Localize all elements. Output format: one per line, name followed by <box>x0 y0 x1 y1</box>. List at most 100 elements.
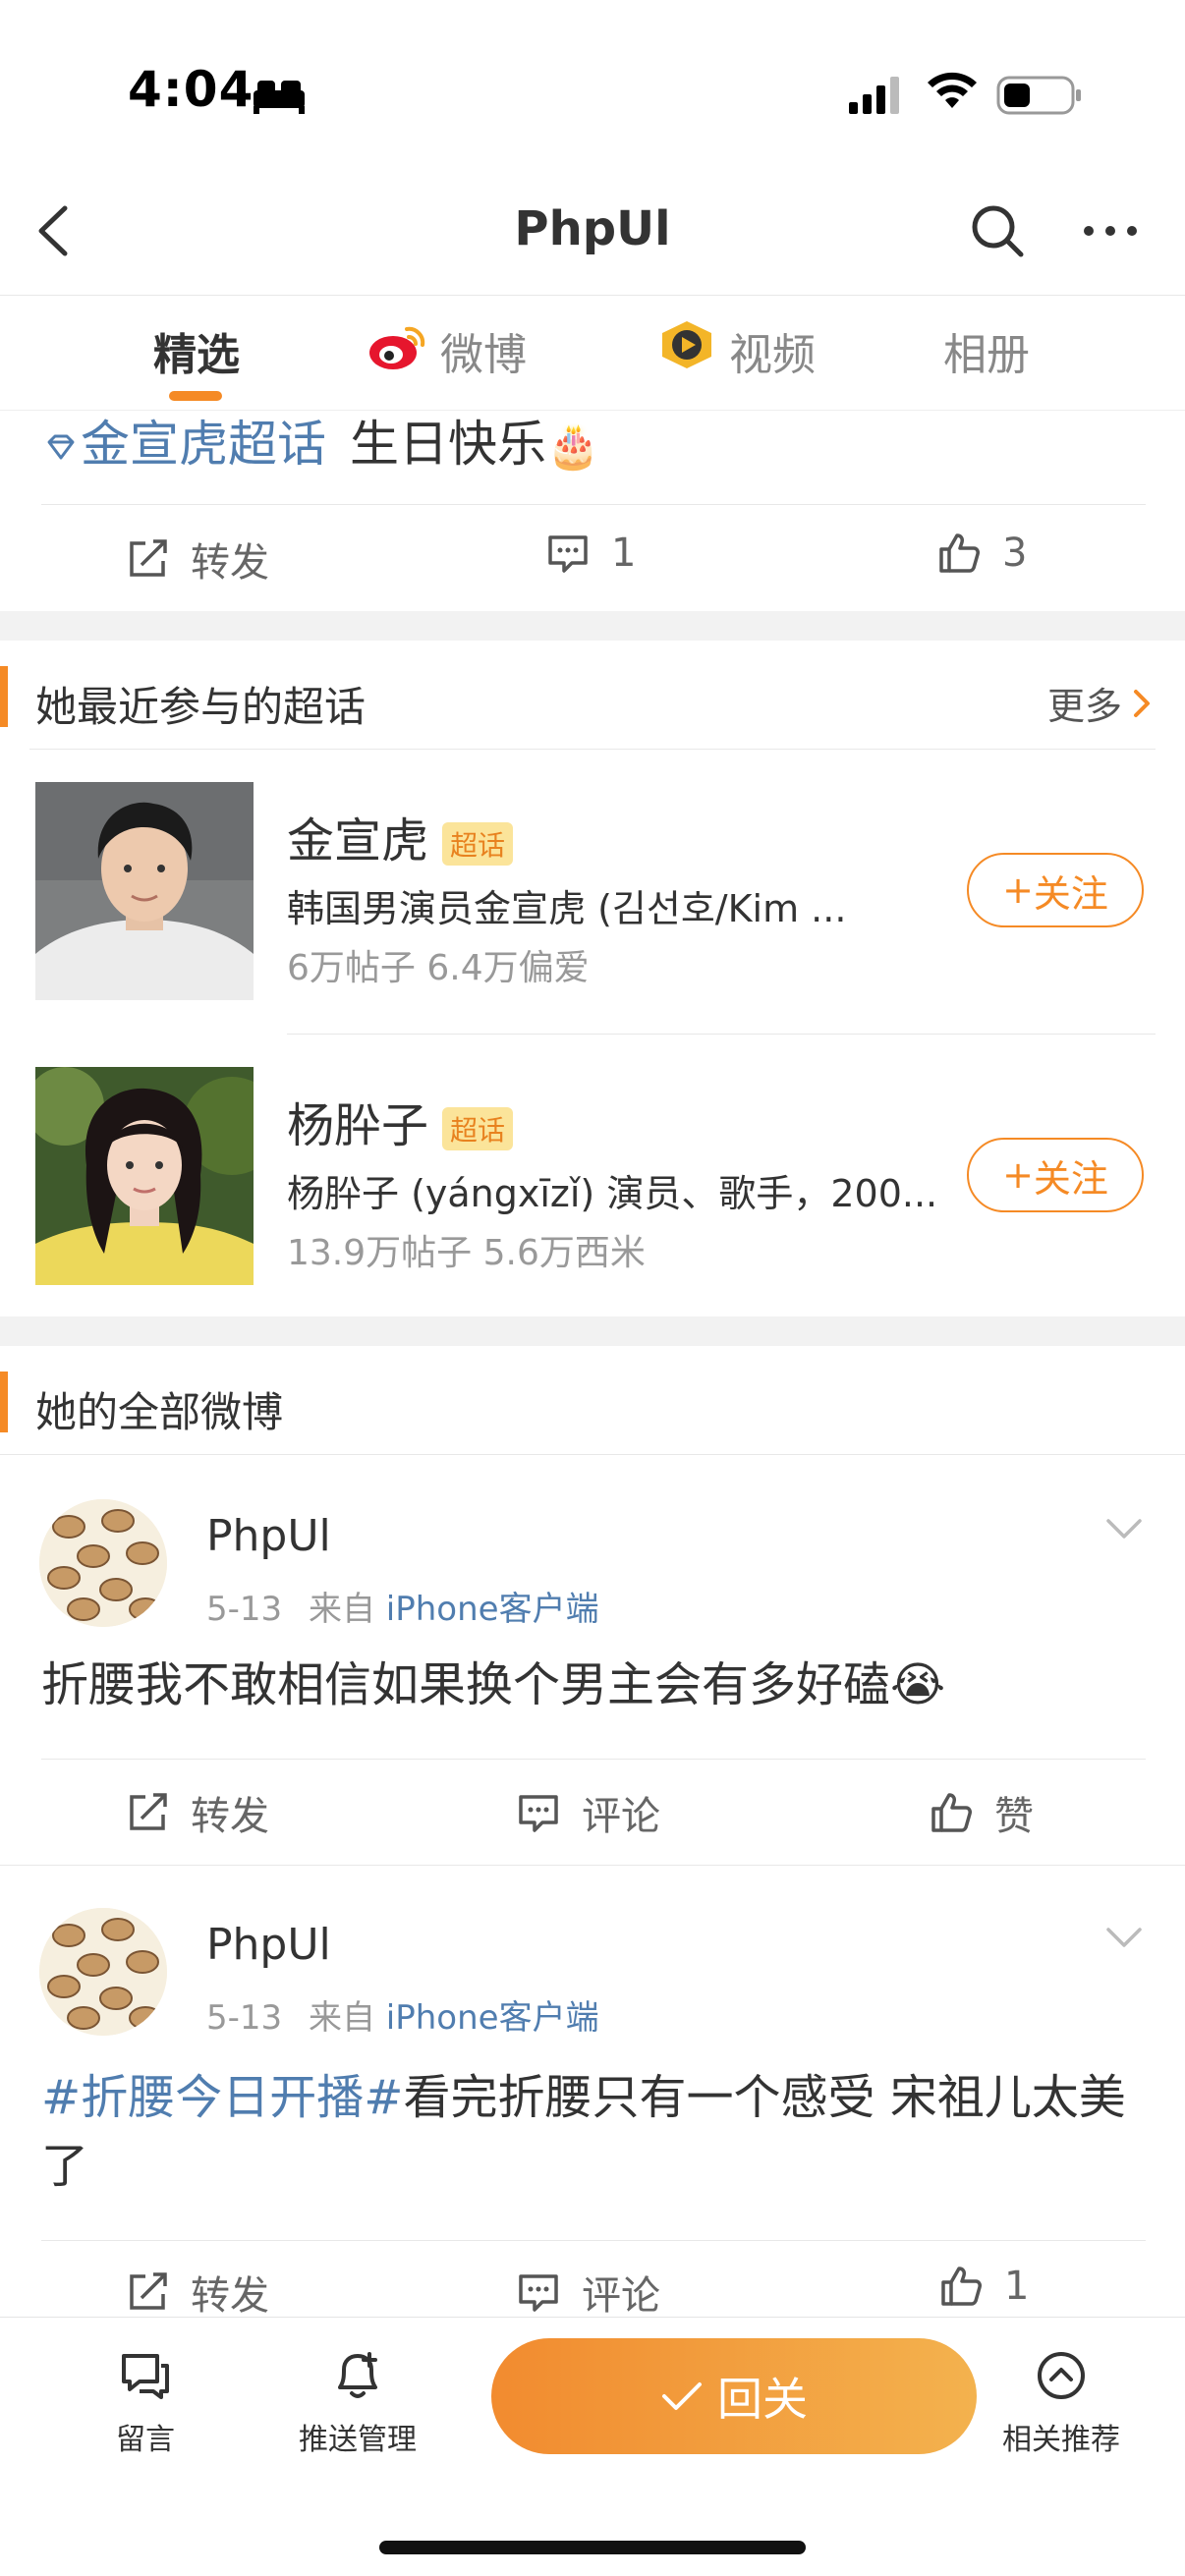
supertopic-name-text: 杨肸子 <box>287 1098 429 1153</box>
post-from: 来自 <box>308 1998 375 2038</box>
wifi-icon <box>928 72 977 108</box>
chevron-right-icon <box>1134 689 1151 717</box>
post-from: 来自 <box>308 1590 375 1629</box>
comment-label: 评论 <box>582 1794 660 1839</box>
more-label: 更多 <box>1047 685 1123 728</box>
cellular-signal-icon <box>849 77 899 114</box>
post-meta: 5-13 来自 iPhone客户端 <box>206 1990 599 2039</box>
divider <box>29 749 1156 750</box>
thumbs-up-icon <box>931 1793 972 1832</box>
section-separator <box>0 611 1185 641</box>
user-avatar[interactable] <box>39 1908 167 2036</box>
post-body-text: 生日快乐 <box>350 416 546 473</box>
repost-icon <box>130 539 167 577</box>
active-tab-indicator <box>169 391 222 401</box>
post-date: 5-13 <box>206 1590 283 1629</box>
supertopic-badge: 超话 <box>442 1107 514 1150</box>
supertopic-diamond-icon <box>47 434 75 459</box>
follow-back-button[interactable]: 回关 <box>491 2338 977 2454</box>
like-button[interactable]: 赞 <box>930 1784 1034 1841</box>
post-username[interactable]: PhpUl <box>206 1920 331 1970</box>
push-settings-button[interactable]: 推送管理 <box>279 2348 436 2458</box>
comment-button[interactable]: 1 <box>546 531 636 576</box>
repost-label: 转发 <box>191 2273 269 2319</box>
divider <box>41 504 1146 505</box>
repost-button[interactable]: 转发 <box>126 2264 269 2321</box>
more-supertopics-link[interactable]: 更多 <box>1047 676 1152 730</box>
follow-button[interactable]: + 关注 <box>967 1138 1144 1212</box>
search-icon[interactable] <box>968 201 1027 260</box>
plus-icon: + <box>1002 868 1034 912</box>
related-recommendations-button[interactable]: 相关推荐 <box>983 2348 1140 2458</box>
weibo-logo-icon <box>369 326 425 369</box>
supertopic-badge: 超话 <box>442 822 514 866</box>
message-icon <box>122 2354 169 2399</box>
chevron-down-icon[interactable] <box>1104 1517 1144 1540</box>
supertopic-description: 杨肸子 (yángxīzǐ) 演员、歌手，200... <box>287 1172 935 1215</box>
push-settings-label: 推送管理 <box>299 2423 417 2457</box>
divider <box>287 1034 1156 1035</box>
comment-icon <box>519 2274 558 2312</box>
supertopic-name[interactable]: 杨肸子 超话 <box>287 1087 514 1155</box>
post-source[interactable]: iPhone客户端 <box>386 1998 599 2038</box>
comment-icon <box>548 535 588 573</box>
checkmark-icon <box>662 2382 702 2410</box>
post-meta: 5-13 来自 iPhone客户端 <box>206 1582 599 1630</box>
thumbs-up-icon <box>941 2267 982 2306</box>
divider <box>41 2240 1146 2241</box>
supertopic-avatar[interactable] <box>35 1067 254 1285</box>
divider <box>41 1759 1146 1760</box>
like-button[interactable]: 3 <box>937 531 1027 576</box>
divider <box>0 1454 1185 1455</box>
repost-icon <box>130 1793 167 1830</box>
section-accent-bar <box>0 1372 8 1432</box>
post-date: 5-13 <box>206 1998 283 2038</box>
supertopic-name-text: 金宣虎 <box>287 813 429 868</box>
post-body-text: 折腰我不敢相信如果换个男主会有多好磕 <box>41 1657 891 1712</box>
chevron-down-icon[interactable] <box>1104 1926 1144 1949</box>
supertopic-stats: 6万帖子 6.4万偏爱 <box>287 948 590 988</box>
bell-icon <box>338 2352 377 2398</box>
repost-button[interactable]: 转发 <box>126 531 269 588</box>
supertopic-description: 韩国男演员金宣虎 (김선호/Kim ... <box>287 887 847 930</box>
post-username[interactable]: PhpUl <box>206 1511 331 1561</box>
supertopic-stats: 13.9万帖子 5.6万西米 <box>287 1233 646 1273</box>
home-indicator[interactable] <box>379 2541 806 2554</box>
post-body: 折腰我不敢相信如果换个男主会有多好磕😭 <box>41 1651 1152 1719</box>
tab-featured[interactable]: 精选 <box>153 319 240 382</box>
follow-back-label: 回关 <box>717 2373 808 2426</box>
follow-button[interactable]: + 关注 <box>967 853 1144 927</box>
crying-emoji: 😭 <box>890 1657 946 1712</box>
like-label: 赞 <box>994 1794 1034 1839</box>
repost-label: 转发 <box>191 540 269 586</box>
like-count: 3 <box>1002 531 1028 576</box>
post-source[interactable]: iPhone客户端 <box>386 1590 599 1629</box>
tab-video[interactable]: 视频 <box>729 319 816 382</box>
divider <box>0 1865 1185 1866</box>
section-title-all-posts: 她的全部微博 <box>35 1388 284 1436</box>
supertopic-link[interactable]: 金宣虎超话 <box>81 416 326 473</box>
post-text: 金宣虎超话 生日快乐🎂 <box>41 405 600 476</box>
sleep-mode-icon <box>254 81 305 114</box>
hashtag-link[interactable]: #折腰今日开播# <box>41 2070 403 2125</box>
comment-button[interactable]: 评论 <box>517 1784 660 1841</box>
tab-album[interactable]: 相册 <box>943 319 1030 382</box>
like-button[interactable]: 1 <box>939 2264 1029 2309</box>
related-recommendations-label: 相关推荐 <box>1002 2423 1120 2457</box>
thumbs-up-icon <box>939 533 980 573</box>
comment-button[interactable]: 评论 <box>517 2264 660 2321</box>
supertopic-name[interactable]: 金宣虎 超话 <box>287 802 514 870</box>
battery-icon <box>996 76 1081 115</box>
repost-button[interactable]: 转发 <box>126 1784 269 1841</box>
status-time: 4:04 <box>128 61 254 118</box>
section-accent-bar <box>0 666 8 727</box>
follow-label: 关注 <box>1033 1156 1108 1201</box>
tab-weibo[interactable]: 微博 <box>440 319 527 382</box>
comment-icon <box>519 1795 558 1832</box>
message-button[interactable]: 留言 <box>67 2348 224 2458</box>
user-avatar[interactable] <box>39 1499 167 1627</box>
supertopic-avatar[interactable] <box>35 782 254 1000</box>
comment-label: 评论 <box>582 2273 660 2319</box>
section-title-supertopics: 她最近参与的超话 <box>35 683 367 731</box>
more-options-icon[interactable] <box>1081 221 1140 241</box>
